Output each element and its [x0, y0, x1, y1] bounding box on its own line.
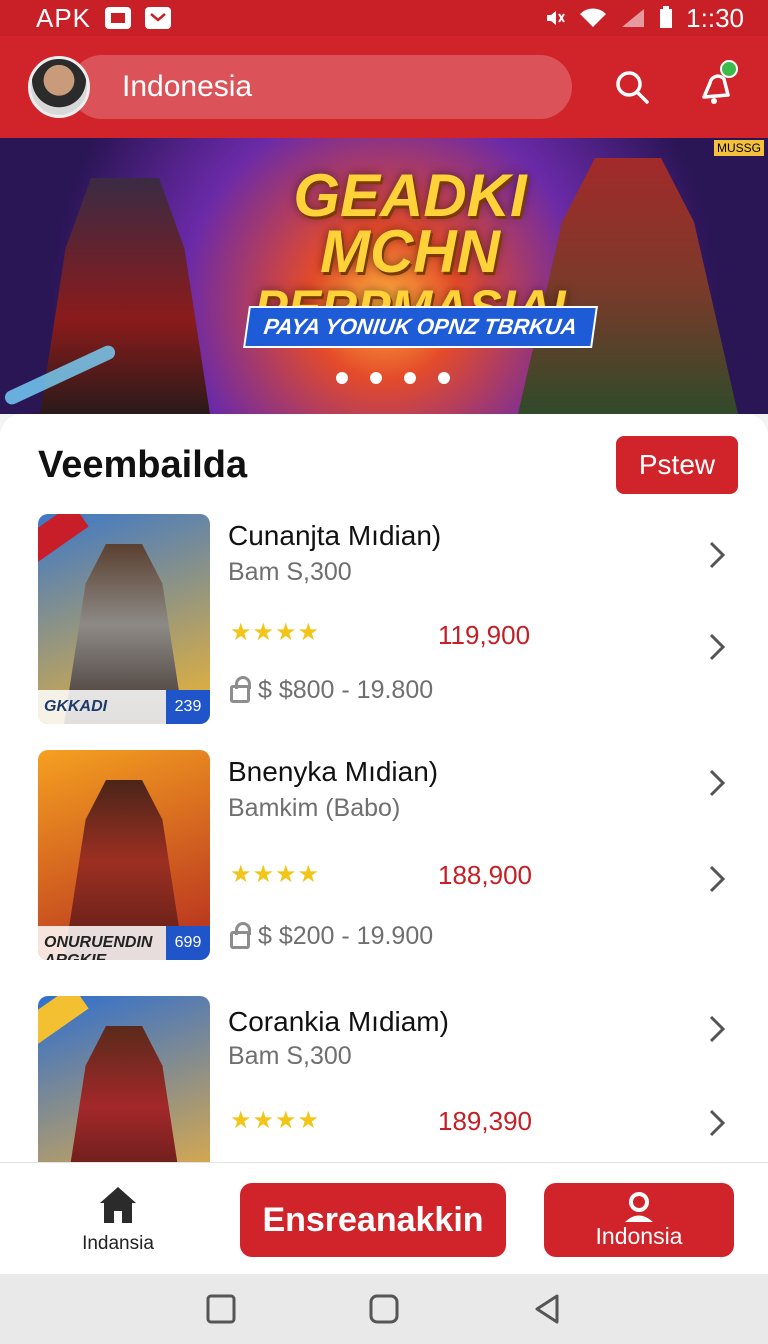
- price-range: $ $200 - 19.900: [230, 921, 434, 951]
- price-range: $ $800 - 19.800: [230, 675, 434, 705]
- lock-icon: [230, 675, 251, 703]
- rating-stars: ★★★★: [230, 861, 321, 888]
- search-icon: [615, 71, 649, 104]
- notification-badge: [720, 60, 738, 78]
- banner-dot[interactable]: [370, 372, 382, 384]
- mail-notification-icon: [145, 7, 172, 29]
- chevron-right-icon[interactable]: [706, 1108, 728, 1138]
- banner-pagination[interactable]: [336, 372, 450, 384]
- thumbnail-ribbon: [38, 514, 89, 563]
- profile-icon: [625, 1191, 653, 1222]
- item-thumbnail: [38, 996, 210, 1174]
- item-subtitle: Bam S,300: [228, 558, 352, 586]
- section-action-button[interactable]: Pstew: [616, 436, 738, 494]
- signal-icon: [622, 9, 645, 27]
- chevron-right-icon[interactable]: [706, 1014, 728, 1044]
- notification-app-icon: [105, 7, 132, 29]
- search-input[interactable]: Indonesia: [70, 55, 572, 119]
- system-navigation-bar: [0, 1274, 768, 1344]
- search-input-text: Indonesia: [122, 70, 253, 103]
- item-subtitle: Bamkim (Babo): [228, 794, 401, 822]
- promo-banner[interactable]: GEADKI MCHN PERPMASIAI PAYA YONIUK OPNZ …: [0, 138, 768, 414]
- home-system-icon[interactable]: [368, 1293, 400, 1325]
- back-icon[interactable]: [531, 1293, 563, 1325]
- chevron-right-icon[interactable]: [706, 632, 728, 662]
- item-title: Cunanjta Mıdian): [228, 520, 442, 551]
- item-price: 188,900: [438, 860, 532, 890]
- item-price: 189,390: [438, 1106, 532, 1136]
- status-time: 1::30: [686, 2, 744, 33]
- chevron-right-icon[interactable]: [706, 864, 728, 894]
- item-price: 119,900: [438, 620, 531, 650]
- item-thumbnail: GKKADI 239: [38, 514, 210, 724]
- product-list-section: Veembailda Pstew GKKADI 239 Cunanjta Mıd…: [0, 414, 768, 1174]
- app-header: Indonesia: [0, 36, 768, 138]
- item-title: Corankia Mıdiam): [228, 1006, 449, 1037]
- nav-home-label: Indansia: [82, 1233, 154, 1254]
- notifications-button[interactable]: [692, 60, 740, 112]
- wifi-icon: [580, 8, 607, 27]
- price-range-text: $ $200 - 19.900: [258, 922, 434, 950]
- chevron-right-icon[interactable]: [706, 768, 728, 798]
- list-item[interactable]: Corankia Mıdiam) Bam S,300 ★★★★ 189,390: [0, 996, 768, 1174]
- status-carrier: APK: [36, 2, 92, 33]
- thumbnail-number: 699: [166, 926, 210, 960]
- banner-dot[interactable]: [404, 372, 416, 384]
- avatar[interactable]: [28, 56, 90, 118]
- price-range-text: $ $800 - 19.800: [258, 676, 434, 704]
- mute-icon: [547, 11, 566, 25]
- banner-title-line1: GEADKI MCHN: [293, 162, 527, 285]
- status-bar: APK 1::30: [0, 0, 768, 36]
- thumbnail-number: 239: [166, 690, 210, 724]
- rating-stars: ★★★★: [230, 619, 321, 646]
- banner-tagline: PAYA YONIUK OPNZ TBRKUA: [243, 306, 598, 348]
- list-item[interactable]: GKKADI 239 Cunanjta Mıdian) Bam S,300 ★★…: [0, 514, 768, 728]
- search-button[interactable]: [608, 62, 656, 112]
- banner-dot[interactable]: [336, 372, 348, 384]
- list-item[interactable]: ONURUENDIN ARGKIE 699 Bnenyka Mıdian) Ba…: [0, 750, 768, 964]
- section-heading: Veembailda: [38, 444, 248, 486]
- rating-stars: ★★★★: [230, 1107, 321, 1134]
- nav-profile-label: Indonsia: [595, 1222, 683, 1249]
- banner-dot[interactable]: [438, 372, 450, 384]
- chevron-right-icon[interactable]: [706, 540, 728, 570]
- thumbnail-ribbon: [38, 996, 89, 1045]
- primary-action-button[interactable]: Ensreanakkin: [240, 1183, 506, 1257]
- banner-corner-badge: MUSSG: [713, 140, 764, 156]
- thumbnail-character: [64, 1026, 184, 1174]
- item-subtitle: Bam S,300: [228, 1042, 352, 1070]
- recents-icon[interactable]: [205, 1293, 237, 1325]
- bottom-navigation: Indansia Ensreanakkin Indonsia: [0, 1162, 768, 1274]
- item-thumbnail: ONURUENDIN ARGKIE 699: [38, 750, 210, 960]
- lock-icon: [230, 921, 251, 949]
- battery-icon: [660, 6, 673, 28]
- item-title: Bnenyka Mıdian): [228, 756, 439, 787]
- nav-profile-button[interactable]: Indonsia: [544, 1183, 734, 1257]
- nav-home[interactable]: Indansia: [60, 1183, 176, 1255]
- home-icon: [100, 1187, 136, 1223]
